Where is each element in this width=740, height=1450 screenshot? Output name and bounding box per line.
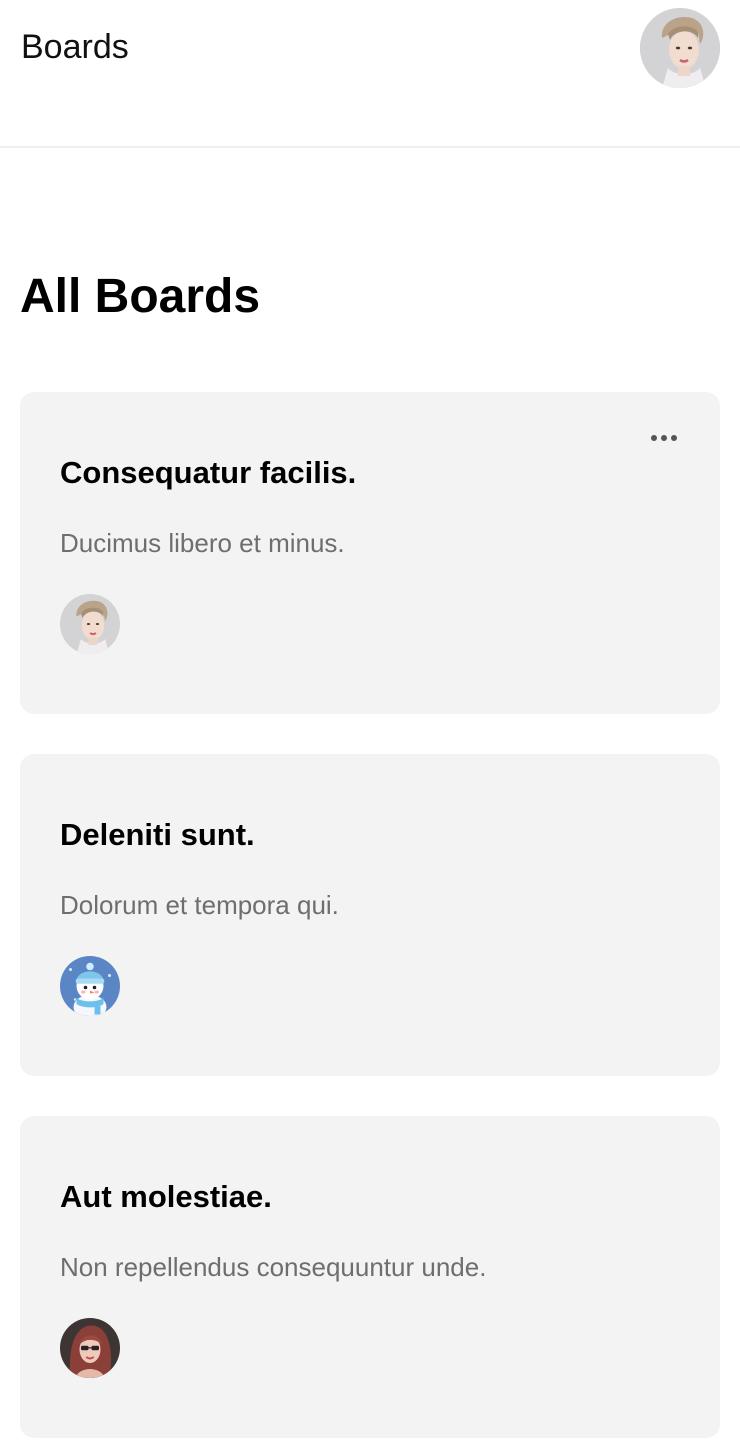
avatar-woman-blonde-image xyxy=(640,8,720,88)
app-title: Boards xyxy=(21,28,129,66)
member-avatar[interactable] xyxy=(60,956,120,1016)
member-avatar[interactable] xyxy=(60,1318,120,1378)
board-title: Deleniti sunt. xyxy=(60,817,255,852)
board-card[interactable]: Aut molestiae. Non repellendus consequun… xyxy=(20,1116,720,1438)
board-more-button[interactable] xyxy=(646,426,682,450)
board-description: Non repellendus consequuntur unde. xyxy=(60,1252,487,1282)
profile-avatar[interactable] xyxy=(640,8,720,88)
avatar-snowman-image xyxy=(60,956,120,1016)
board-title: Aut molestiae. xyxy=(60,1179,272,1214)
board-card[interactable]: Deleniti sunt. Dolorum et tempora qui. xyxy=(20,754,720,1076)
board-description: Ducimus libero et minus. xyxy=(60,528,345,558)
avatar-woman-redhead-image xyxy=(60,1318,120,1378)
avatar-woman-blonde-image xyxy=(60,594,120,654)
board-card[interactable]: Consequatur facilis. Ducimus libero et m… xyxy=(20,392,720,714)
board-title: Consequatur facilis. xyxy=(60,455,357,490)
member-avatar[interactable] xyxy=(60,594,120,654)
more-horizontal-icon xyxy=(651,435,677,441)
board-description: Dolorum et tempora qui. xyxy=(60,890,339,920)
page-title: All Boards xyxy=(20,270,261,323)
top-bar: Boards xyxy=(0,0,740,148)
